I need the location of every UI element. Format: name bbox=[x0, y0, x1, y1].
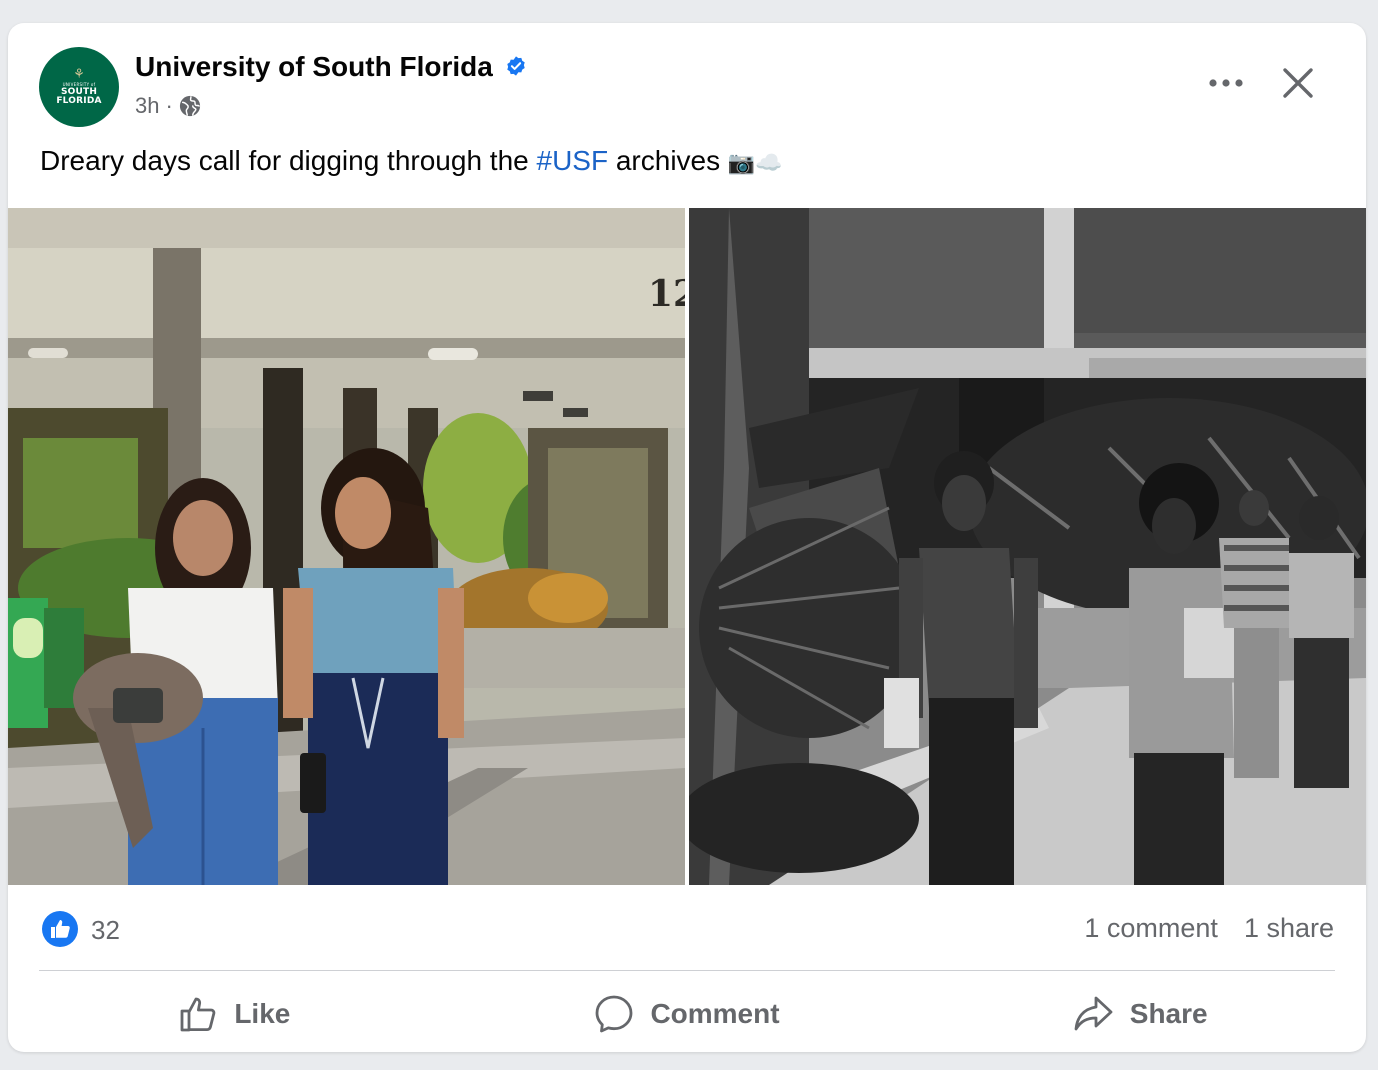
thumbs-up-icon bbox=[180, 997, 216, 1032]
page-name[interactable]: University of South Florida bbox=[135, 51, 493, 83]
post-meta: 3h · bbox=[135, 93, 201, 119]
close-icon bbox=[1283, 68, 1313, 98]
engagement-counts: 1 comment 1 share bbox=[1084, 913, 1334, 944]
share-button[interactable]: Share bbox=[913, 979, 1366, 1049]
verified-badge-icon bbox=[507, 56, 525, 76]
globe-icon[interactable] bbox=[179, 95, 201, 117]
share-count[interactable]: 1 share bbox=[1244, 913, 1334, 944]
share-label: Share bbox=[1129, 998, 1208, 1029]
reaction-stats: 32 1 comment 1 share bbox=[8, 903, 1366, 963]
color-photo-image: 12 bbox=[8, 208, 685, 885]
comment-bubble-icon bbox=[596, 995, 633, 1033]
caption-text: Dreary days call for digging through the bbox=[40, 145, 537, 176]
like-reaction-icon[interactable] bbox=[42, 911, 78, 947]
comment-button[interactable]: Comment bbox=[461, 979, 914, 1049]
bull-logo-icon: ⚘ bbox=[73, 67, 85, 82]
caption-text-end: archives bbox=[608, 145, 728, 176]
photo-grid: 12 bbox=[8, 208, 1366, 885]
hashtag-link[interactable]: #USF bbox=[537, 145, 609, 176]
photo-modern-students[interactable]: 12 bbox=[8, 208, 685, 885]
post-header: ⚘ UNIVERSITY of SOUTH FLORIDA University… bbox=[8, 23, 1366, 133]
page-name-row: University of South Florida bbox=[135, 51, 527, 83]
post-card: ⚘ UNIVERSITY of SOUTH FLORIDA University… bbox=[8, 23, 1366, 1052]
page-avatar[interactable]: ⚘ UNIVERSITY of SOUTH FLORIDA bbox=[39, 47, 119, 127]
action-bar: Like Comment Share bbox=[8, 979, 1366, 1049]
meta-separator: · bbox=[165, 93, 173, 118]
actions-divider bbox=[39, 970, 1335, 971]
more-options-button[interactable] bbox=[1204, 65, 1248, 101]
post-time[interactable]: 3h bbox=[135, 93, 159, 119]
avatar-line-2: FLORIDA bbox=[56, 96, 102, 106]
reaction-count[interactable]: 32 bbox=[91, 915, 120, 946]
archive-photo-image bbox=[689, 208, 1366, 885]
share-arrow-icon bbox=[1074, 996, 1113, 1031]
caption-emoji: 📷☁️ bbox=[727, 151, 783, 176]
photo-archive-students[interactable] bbox=[689, 208, 1366, 885]
svg-text:12: 12 bbox=[648, 273, 685, 315]
comment-count[interactable]: 1 comment bbox=[1084, 913, 1218, 944]
comment-label: Comment bbox=[650, 998, 780, 1029]
more-horizontal-icon bbox=[1209, 79, 1243, 87]
like-button[interactable]: Like bbox=[8, 979, 461, 1049]
close-button[interactable] bbox=[1276, 61, 1320, 105]
like-label: Like bbox=[234, 998, 291, 1029]
post-caption: Dreary days call for digging through the… bbox=[40, 145, 783, 177]
